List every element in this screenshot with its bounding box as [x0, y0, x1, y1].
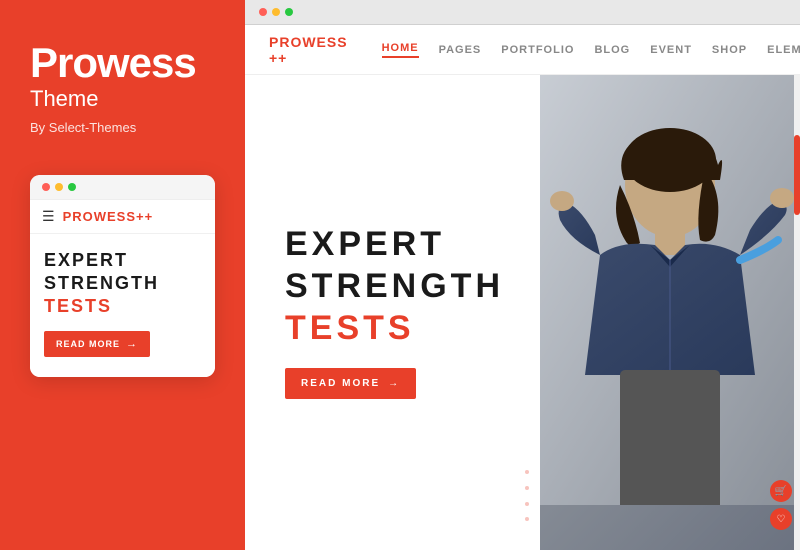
nav-elements[interactable]: ELEMENTS	[767, 44, 800, 56]
side-wishlist-icon[interactable]: ♡	[770, 508, 792, 530]
mobile-hero-line1: EXPERT	[44, 250, 201, 271]
scrollbar[interactable]	[794, 75, 800, 550]
mobile-hero-accent: TESTS	[44, 296, 201, 317]
person-silhouette-svg	[540, 75, 800, 505]
website-logo: PROWESS ++	[269, 34, 348, 66]
hero-line1: EXPERT	[285, 226, 525, 263]
mobile-logo-plus: ++	[136, 209, 153, 224]
person-photo	[540, 75, 800, 550]
mobile-logo-text: PROWESS	[63, 209, 136, 224]
browser-dot-green	[285, 8, 293, 16]
sidebar-by-text: By Select-Themes	[30, 120, 215, 135]
dot-green	[68, 183, 76, 191]
hero-btn-arrow-icon: →	[388, 378, 400, 389]
theme-title: Prowess Theme By Select-Themes	[30, 40, 215, 165]
sidebar-subtitle-text: Theme	[30, 86, 215, 112]
hero-content: EXPERT STRENGTH TESTS READ MORE →	[245, 75, 565, 550]
website-hero: EXPERT STRENGTH TESTS READ MORE →	[245, 75, 800, 550]
hero-line2: STRENGTH	[285, 268, 525, 305]
hero-accent: TESTS	[285, 309, 525, 348]
mobile-btn-arrow-icon: →	[126, 338, 138, 350]
nav-pages[interactable]: PAGES	[439, 44, 482, 56]
mobile-preview-card: ☰ PROWESS++ EXPERT STRENGTH TESTS READ M…	[30, 175, 215, 376]
mobile-card-chrome	[30, 175, 215, 200]
website-logo-text: PROWESS	[269, 34, 348, 50]
hero-btn-label: READ MORE	[301, 378, 380, 389]
nav-portfolio[interactable]: PORTFOLIO	[501, 44, 574, 56]
mobile-btn-label: READ MORE	[56, 339, 120, 349]
dot-yellow	[55, 183, 63, 191]
hero-read-more-button[interactable]: READ MORE →	[285, 368, 416, 399]
mobile-read-more-button[interactable]: READ MORE →	[44, 331, 150, 357]
sidebar: Prowess Theme By Select-Themes ☰ PROWESS…	[0, 0, 245, 550]
nav-home[interactable]: HOME	[382, 42, 419, 58]
mobile-hero-body: EXPERT STRENGTH TESTS READ MORE →	[30, 234, 215, 376]
side-icons: 🛒 ♡	[770, 480, 792, 530]
side-cart-icon[interactable]: 🛒	[770, 480, 792, 502]
mobile-hamburger-icon: ☰	[42, 208, 55, 225]
website-preview: PROWESS ++ HOME PAGES PORTFOLIO BLOG EVE…	[245, 25, 800, 550]
browser-chrome	[245, 0, 800, 25]
dot-red	[42, 183, 50, 191]
browser-dot-red	[259, 8, 267, 16]
nav-shop[interactable]: SHOP	[712, 44, 747, 56]
nav-event[interactable]: EVENT	[650, 44, 692, 56]
mobile-logo: PROWESS++	[63, 209, 154, 224]
website-logo-plus: ++	[269, 50, 287, 66]
mobile-nav: ☰ PROWESS++	[30, 200, 215, 234]
hero-image	[540, 75, 800, 550]
sidebar-title-text: Prowess	[30, 40, 215, 86]
browser-dot-yellow	[272, 8, 280, 16]
nav-blog[interactable]: BLOG	[594, 44, 630, 56]
website-nav: PROWESS ++ HOME PAGES PORTFOLIO BLOG EVE…	[245, 25, 800, 75]
mobile-hero-line2: STRENGTH	[44, 273, 201, 294]
scrollbar-thumb[interactable]	[794, 135, 800, 215]
main-preview: PROWESS ++ HOME PAGES PORTFOLIO BLOG EVE…	[245, 0, 800, 550]
